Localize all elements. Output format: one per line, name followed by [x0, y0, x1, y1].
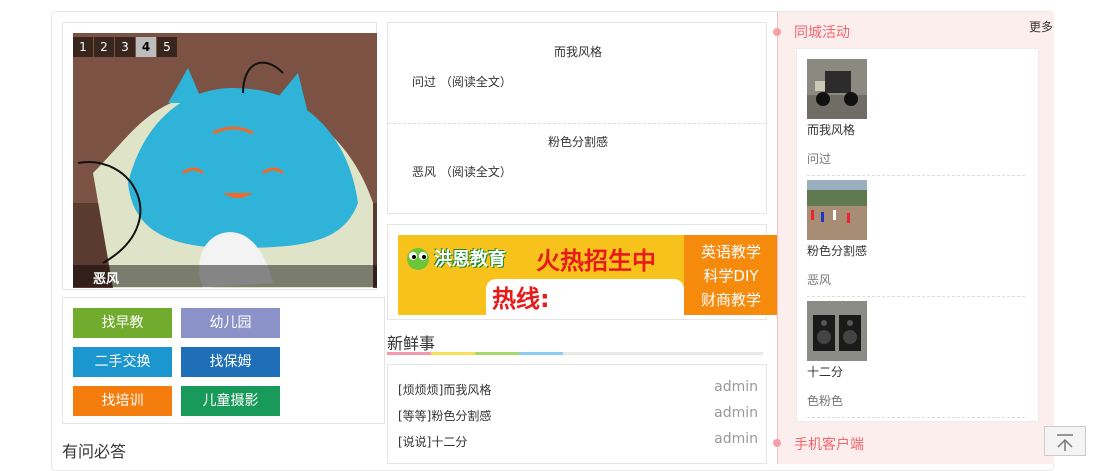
course-label: 财商教学	[700, 291, 761, 309]
news-box: 而我风格 问过 （阅读全文） 粉色分割感 恶风 （阅读全文）	[387, 22, 767, 214]
heading-underline	[387, 352, 763, 355]
slide-image[interactable]	[73, 33, 377, 288]
mobile-client-heading[interactable]: 手机客户端	[794, 434, 864, 454]
activity-item[interactable]: 而我风格 问过	[807, 59, 1027, 167]
news-title[interactable]: 而我风格	[388, 43, 768, 60]
item-title[interactable]: [烦烦烦]而我风格	[398, 381, 491, 398]
faq-heading: 有问必答	[62, 442, 127, 461]
activity-item[interactable]: 十二分 色粉色	[807, 301, 1027, 409]
timeline-dot	[773, 439, 781, 447]
divider	[807, 417, 1025, 418]
activity-title[interactable]: 十二分	[807, 363, 1027, 380]
course-label: 英语教学	[700, 243, 761, 261]
activities-heading[interactable]: 同城活动	[794, 22, 850, 42]
robot-car-photo[interactable]	[807, 59, 867, 119]
tag-button[interactable]: 儿童摄影	[181, 386, 280, 416]
ad-box: 洪恩教育 火热招生中 热线: 86890389 英语教学 科学DIY 财商教学	[387, 224, 778, 320]
sports-field-photo[interactable]	[807, 180, 867, 240]
tag-button[interactable]: 幼儿园	[181, 308, 280, 338]
slider-dot[interactable]: 2	[94, 37, 114, 57]
news-summary[interactable]: 恶风 （阅读全文）	[412, 163, 512, 180]
activity-desc: 色粉色	[807, 394, 844, 408]
item-author: admin	[714, 405, 758, 421]
frog-mascot-icon	[407, 248, 429, 270]
banner-hotline: 热线: 86890389	[486, 279, 684, 315]
banner-courses: 英语教学 科学DIY 财商教学	[684, 235, 778, 315]
hotline-label: 热线:	[492, 285, 550, 313]
hotline-number: 86890389	[492, 314, 626, 315]
activity-list: 而我风格 问过 粉色分割感 恶风 十二分 色粉色	[796, 48, 1039, 422]
slider-dot-active[interactable]: 4	[136, 37, 156, 57]
activity-desc: 问过	[807, 152, 832, 166]
fresh-list: [烦烦烦]而我风格 admin [等等]粉色分割感 admin [说说]十二分 …	[387, 364, 767, 464]
news-title[interactable]: 粉色分割感	[388, 133, 768, 150]
activity-title[interactable]: 而我风格	[807, 121, 1027, 138]
list-item[interactable]: [烦烦烦]而我风格 admin	[398, 379, 758, 399]
banner-slogan: 火热招生中	[536, 247, 656, 275]
more-link[interactable]: 更多	[1029, 18, 1053, 35]
speakers-photo[interactable]	[807, 301, 867, 361]
back-to-top-icon	[1057, 434, 1073, 451]
divider	[807, 296, 1025, 297]
slider-dot[interactable]: 3	[115, 37, 135, 57]
divider	[807, 175, 1025, 176]
tag-button[interactable]: 二手交换	[73, 347, 172, 377]
item-title[interactable]: [说说]十二分	[398, 433, 467, 450]
item-title[interactable]: [等等]粉色分割感	[398, 407, 491, 424]
tag-button[interactable]: 找早教	[73, 308, 172, 338]
slider-pagination: 1 2 3 4 5	[73, 37, 178, 57]
activity-title[interactable]: 粉色分割感	[807, 242, 1027, 259]
tag-button[interactable]: 找保姆	[181, 347, 280, 377]
banner-main: 洪恩教育 火热招生中 热线: 86890389	[398, 235, 684, 315]
timeline-dot	[773, 28, 781, 36]
activity-item[interactable]: 粉色分割感 恶风	[807, 180, 1027, 288]
list-item[interactable]: [说说]十二分 admin	[398, 431, 758, 451]
slide-caption[interactable]: 恶风	[73, 265, 377, 287]
activity-desc: 恶风	[807, 273, 832, 287]
slider-dot[interactable]: 1	[73, 37, 93, 57]
news-summary[interactable]: 问过 （阅读全文）	[412, 73, 512, 90]
divider	[388, 123, 766, 124]
fresh-heading: 新鲜事	[387, 334, 436, 353]
list-item[interactable]: [等等]粉色分割感 admin	[398, 405, 758, 425]
image-slider[interactable]: 1 2 3 4 5 恶风	[62, 22, 377, 290]
tag-button[interactable]: 找培训	[73, 386, 172, 416]
banner-brand: 洪恩教育	[434, 249, 506, 270]
slider-dot[interactable]: 5	[157, 37, 177, 57]
item-author: admin	[714, 379, 758, 395]
item-author: admin	[714, 431, 758, 447]
category-tags: 找早教 幼儿园 二手交换 找保姆 找培训 儿童摄影	[62, 297, 385, 424]
education-ad-banner[interactable]: 洪恩教育 火热招生中 热线: 86890389 英语教学 科学DIY 财商教学	[398, 235, 778, 315]
course-label: 科学DIY	[703, 267, 759, 285]
